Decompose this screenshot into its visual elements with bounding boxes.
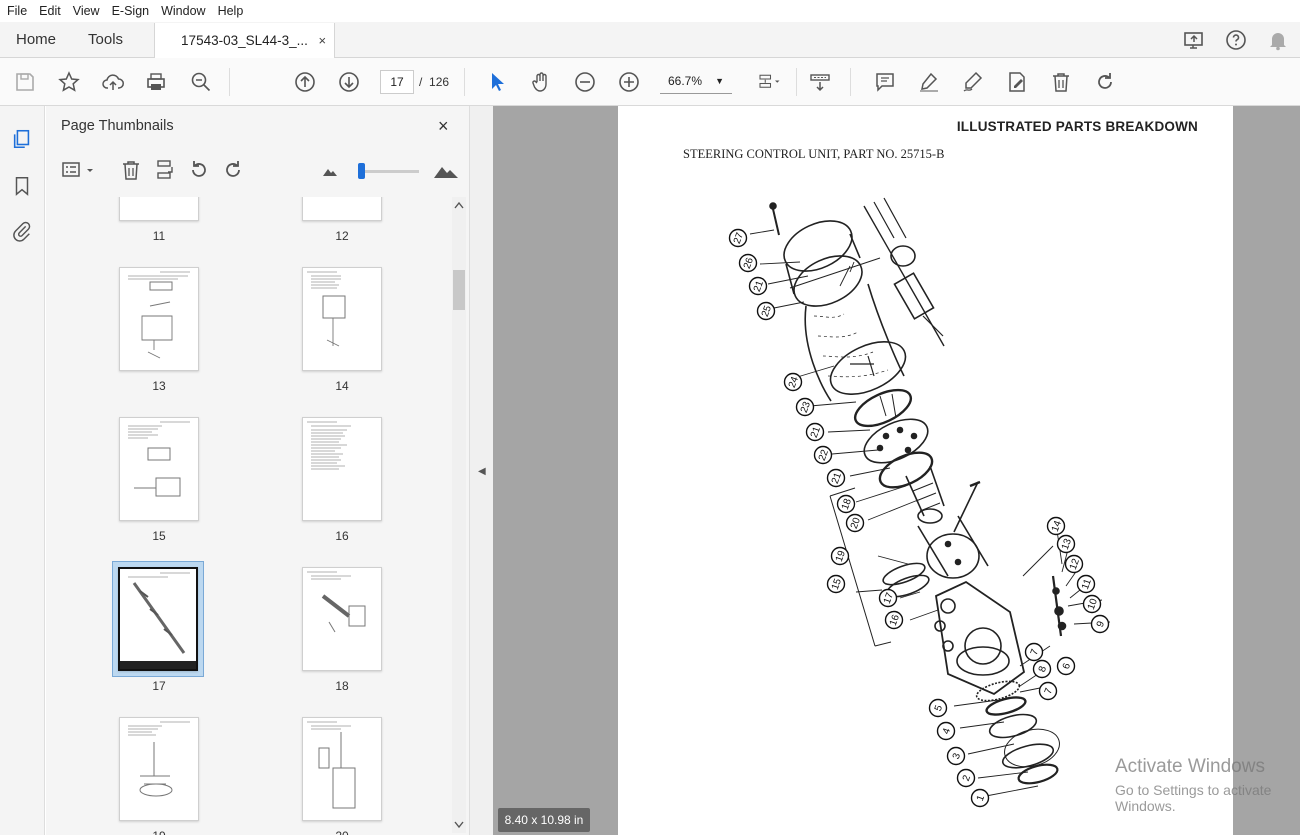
document-viewer[interactable]: ILLUSTRATED PARTS BREAKDOWN STEERING CON… [493, 106, 1300, 835]
large-thumbnail-mountain-icon[interactable] [433, 158, 459, 182]
next-page-icon[interactable] [336, 69, 362, 95]
panel-title: Page Thumbnails [61, 118, 174, 134]
highlight-pen-icon[interactable] [916, 69, 942, 95]
thumbnail-toolbar [46, 154, 469, 190]
delete-page-icon[interactable] [119, 158, 143, 182]
zoom-out-icon[interactable] [572, 69, 598, 95]
print-icon[interactable] [143, 69, 169, 95]
previous-page-icon[interactable] [292, 69, 318, 95]
thumbnail-label: 19 [119, 829, 199, 835]
thumbnail-label: 13 [152, 379, 166, 393]
help-icon[interactable] [1224, 28, 1248, 52]
collapse-arrow-icon: ◀ [478, 466, 486, 477]
close-tab-icon[interactable]: × [318, 33, 326, 48]
small-thumbnail-mountain-icon[interactable] [322, 158, 338, 182]
edit-text-icon[interactable] [1004, 69, 1030, 95]
thumbnail-label: 18 [335, 679, 349, 693]
scroll-down-arrow-icon[interactable] [454, 821, 464, 829]
exploded-parts-diagram: 2726212524232122211820191517161413121110… [728, 197, 1111, 808]
thumbnail-label: 14 [335, 379, 349, 393]
notifications-bell-icon[interactable] [1266, 28, 1290, 52]
tab-bar: Home Tools 17543-03_SL44-3_... × [0, 22, 1300, 58]
watermark-line-2: Go to Settings to activate Windows. [1115, 782, 1272, 814]
tab-document[interactable]: 17543-03_SL44-3_... × [154, 23, 336, 58]
menu-bar: File Edit View E-Sign Window Help [0, 0, 1300, 22]
page-number-input[interactable]: 17 [380, 70, 414, 94]
thumbnail-label: 20 [302, 829, 382, 835]
thumbnail-page-20[interactable] [302, 717, 382, 821]
thumbnail-list: 11 12 13 14 15 16 17 18 [60, 197, 452, 835]
left-navigation-rail [0, 106, 45, 835]
menu-help[interactable]: Help [212, 4, 250, 18]
page-size-indicator: 8.40 x 10.98 in [498, 808, 590, 832]
thumbnail-page-13[interactable] [119, 267, 199, 371]
select-cursor-icon[interactable] [484, 69, 510, 95]
thumbnail-options-icon[interactable] [60, 158, 98, 182]
thumbnail-label: 11 [152, 229, 166, 243]
thumbnail-size-slider[interactable] [359, 170, 419, 173]
page-total: / 126 [419, 75, 450, 89]
thumbnail-scroll-handle[interactable] [453, 270, 465, 310]
thumbnail-label: 17 [152, 679, 166, 693]
page-thumbnails-icon[interactable] [11, 128, 33, 150]
thumbnail-page-14[interactable] [302, 267, 382, 371]
bookmark-star-icon[interactable] [56, 69, 82, 95]
thumbnail-page-15[interactable] [119, 417, 199, 521]
thumbnail-label: 15 [152, 529, 166, 543]
comment-icon[interactable] [872, 69, 898, 95]
draw-freehand-icon[interactable] [960, 69, 986, 95]
bookmarks-icon[interactable] [11, 175, 33, 197]
thumbnail-page-17[interactable] [118, 567, 198, 671]
thumbnail-label: 16 [335, 529, 349, 543]
thumbnail-page-19[interactable] [119, 717, 199, 821]
collapse-panel-handle[interactable]: ◀ [469, 106, 493, 835]
thumbnail-page-11[interactable] [119, 197, 199, 221]
tab-home[interactable]: Home [0, 31, 72, 48]
fit-page-icon[interactable] [752, 69, 786, 95]
rotate-clockwise-page-icon[interactable] [221, 158, 245, 182]
zoom-in-icon[interactable] [616, 69, 642, 95]
menu-view[interactable]: View [67, 4, 106, 18]
pdf-page: ILLUSTRATED PARTS BREAKDOWN STEERING CON… [618, 106, 1233, 835]
attachments-paperclip-icon[interactable] [11, 220, 33, 242]
thumbnail-label: 12 [335, 229, 349, 243]
rotate-clockwise-icon[interactable] [1092, 69, 1118, 95]
thumbnail-page-18[interactable] [302, 567, 382, 671]
menu-esign[interactable]: E-Sign [106, 4, 156, 18]
upload-cloud-icon[interactable] [100, 69, 126, 95]
thumbnail-page-16[interactable] [302, 417, 382, 521]
save-icon[interactable] [12, 69, 38, 95]
scroll-up-arrow-icon[interactable] [454, 201, 464, 209]
page-thumbnails-panel: Page Thumbnails × 11 12 13 14 15 16 17 1… [46, 106, 469, 835]
activate-windows-watermark: Activate Windows Go to Settings to activ… [1115, 756, 1300, 814]
watermark-line-1: Activate Windows [1115, 756, 1265, 777]
share-screen-icon[interactable] [1182, 28, 1206, 52]
search-zoom-icon[interactable] [188, 69, 214, 95]
slider-handle[interactable] [358, 163, 365, 179]
menu-window[interactable]: Window [155, 4, 211, 18]
hand-tool-icon[interactable] [528, 69, 554, 95]
menu-file[interactable]: File [0, 4, 33, 18]
tab-tools[interactable]: Tools [72, 31, 139, 48]
menu-edit[interactable]: Edit [33, 4, 67, 18]
rotate-counterclockwise-icon[interactable] [187, 158, 211, 182]
chevron-down-icon: ▼ [715, 76, 724, 86]
thumbnail-page-12[interactable] [302, 197, 382, 221]
document-tab-title: 17543-03_SL44-3_... [181, 33, 308, 48]
zoom-select[interactable]: 66.7% ▼ [660, 70, 732, 94]
replace-page-icon[interactable] [153, 158, 177, 182]
close-panel-icon[interactable]: × [438, 116, 449, 137]
delete-trash-icon[interactable] [1048, 69, 1074, 95]
main-toolbar: 17 / 126 66.7% ▼ [0, 58, 1300, 106]
scrolling-mode-icon[interactable] [807, 69, 833, 95]
